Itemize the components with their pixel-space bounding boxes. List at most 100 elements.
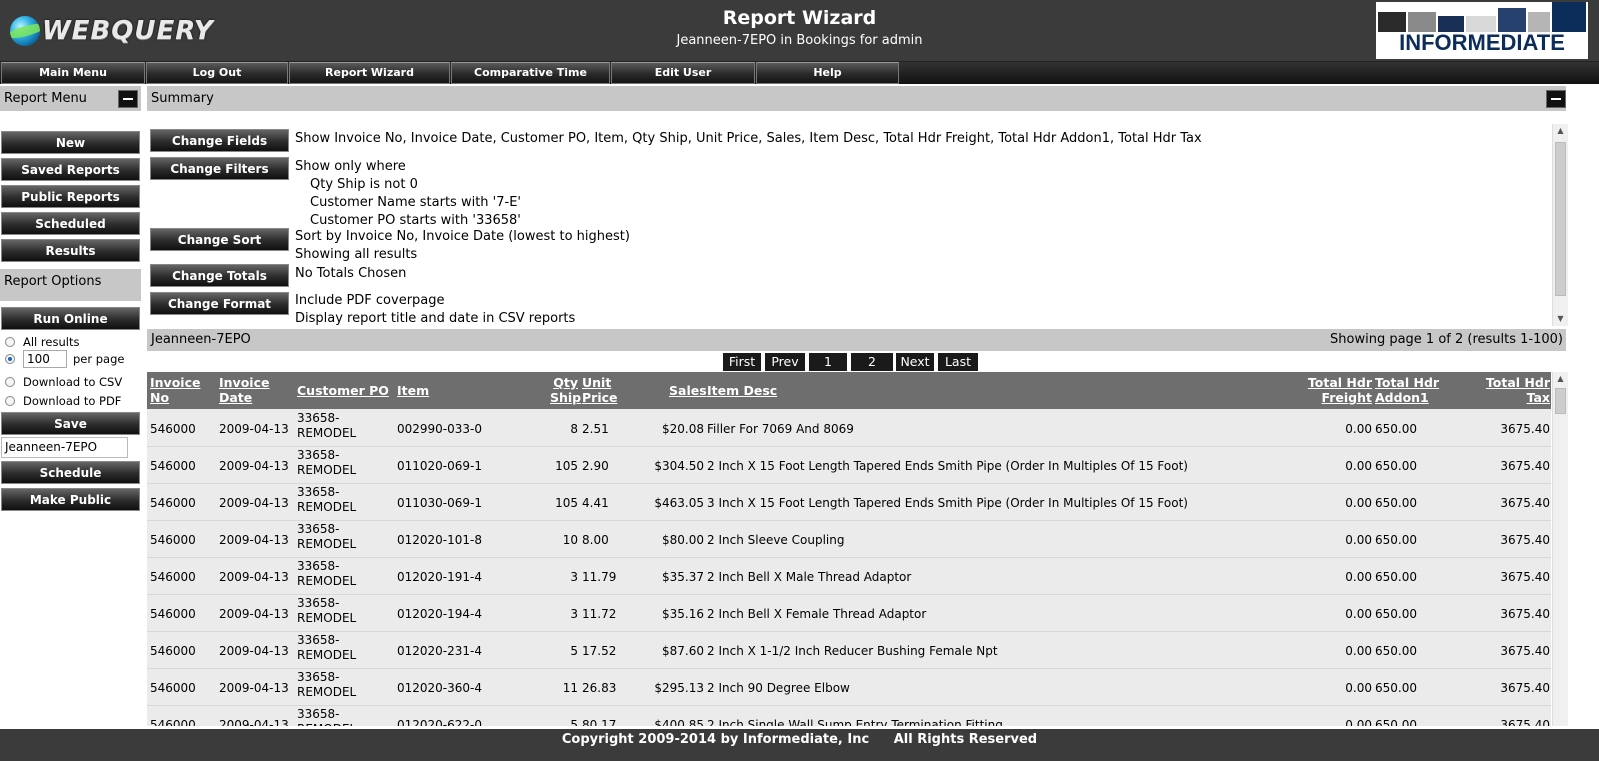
left-panel: Report Menu New Saved Reports Public Rep… <box>0 86 145 746</box>
cell-total-hdr-addon1: 650.00 <box>1375 422 1417 436</box>
cell-total-hdr-tax: 3675.40 <box>1500 570 1550 584</box>
option-download-csv[interactable]: Download to CSV <box>5 375 122 389</box>
filter-line: Qty Ship is not 0 <box>310 177 418 192</box>
col-item-desc[interactable]: Item Desc <box>707 383 777 398</box>
cell-customer-po: 33658-REMODEL <box>297 411 357 440</box>
scroll-thumb[interactable] <box>1555 142 1566 296</box>
nav-log-out[interactable]: Log Out <box>146 62 288 84</box>
col-invoice-date[interactable]: Invoice Date <box>219 375 269 405</box>
new-report-button[interactable]: New <box>1 131 140 154</box>
scroll-thumb[interactable] <box>1555 388 1566 414</box>
cell-item-desc: 2 Inch 90 Degree Elbow <box>707 681 850 695</box>
nav-main-menu[interactable]: Main Menu <box>1 62 145 84</box>
cell-invoice-no: 546000 <box>150 422 196 436</box>
col-total-hdr-addon1[interactable]: Total Hdr Addon1 <box>1375 375 1439 405</box>
change-filters-button[interactable]: Change Filters <box>150 157 289 180</box>
cell-invoice-no: 546000 <box>150 496 196 510</box>
cell-invoice-date: 2009-04-13 <box>219 644 289 658</box>
cell-unit-price: 4.41 <box>582 496 609 510</box>
pager-prev[interactable]: Prev <box>765 353 805 371</box>
cell-sales: $463.05 <box>654 496 704 510</box>
change-sort-button[interactable]: Change Sort <box>150 228 289 251</box>
cell-total-hdr-freight: 0.00 <box>1345 570 1372 584</box>
run-online-button[interactable]: Run Online <box>1 307 140 330</box>
sort-line: Showing all results <box>295 247 418 262</box>
filter-line: Show only where <box>295 159 406 174</box>
col-invoice-no[interactable]: Invoice No <box>150 375 200 405</box>
change-format-button[interactable]: Change Format <box>150 292 289 315</box>
make-public-button[interactable]: Make Public <box>1 488 140 511</box>
save-button[interactable]: Save <box>1 412 140 435</box>
download-pdf-radio[interactable] <box>5 396 15 406</box>
copyright-text: Copyright 2009-2014 by Informediate, Inc <box>561 732 870 747</box>
table-row: 546000 2009-04-13 33658- REMODEL 011020-069-… <box>147 446 1551 484</box>
informediate-logo: INFORMEDIATE <box>1376 2 1588 59</box>
table-scrollbar[interactable]: ▲ <box>1552 372 1568 726</box>
scroll-up-icon[interactable]: ▲ <box>1553 372 1568 386</box>
all-results-label: All results <box>23 335 80 349</box>
fields-text: Show Invoice No, Invoice Date, Customer … <box>295 131 1202 146</box>
cell-total-hdr-addon1: 650.00 <box>1375 681 1417 695</box>
table-header: Invoice No Invoice Date Customer PO Item Q… <box>147 372 1551 409</box>
nav-help[interactable]: Help <box>756 62 899 84</box>
nav-report-wizard[interactable]: Report Wizard <box>289 62 450 84</box>
nav-edit-user[interactable]: Edit User <box>611 62 755 84</box>
saved-reports-button[interactable]: Saved Reports <box>1 158 140 181</box>
col-unit-price[interactable]: Unit Price <box>582 375 618 405</box>
col-qty-ship[interactable]: Qty Ship <box>550 375 581 405</box>
scroll-up-icon[interactable]: ▲ <box>1553 124 1568 138</box>
cell-invoice-no: 546000 <box>150 533 196 547</box>
cell-invoice-date: 2009-04-13 <box>219 422 289 436</box>
page-info: Showing page 1 of 2 (results 1-100) <box>1330 332 1563 347</box>
schedule-button[interactable]: Schedule <box>1 461 140 484</box>
option-download-pdf[interactable]: Download to PDF <box>5 394 121 408</box>
col-customer-po[interactable]: Customer PO <box>297 383 389 398</box>
cell-total-hdr-freight: 0.00 <box>1345 718 1372 726</box>
summary-scrollbar[interactable]: ▲ ▼ <box>1552 124 1568 326</box>
cell-item: 012020-622-0 <box>397 718 483 726</box>
scheduled-button[interactable]: Scheduled <box>1 212 140 235</box>
cell-invoice-date: 2009-04-13 <box>219 607 289 621</box>
pager-first[interactable]: First <box>723 353 761 371</box>
cell-unit-price: 26.83 <box>582 681 617 695</box>
public-reports-button[interactable]: Public Reports <box>1 185 140 208</box>
format-line: Include PDF coverpage <box>295 293 445 308</box>
cell-total-hdr-tax: 3675.40 <box>1500 422 1550 436</box>
col-sales[interactable]: Sales <box>669 383 707 398</box>
col-total-hdr-tax[interactable]: Total Hdr Tax <box>1467 375 1550 405</box>
cell-item-desc: 3 Inch X 15 Foot Length Tapered Ends Smi… <box>707 496 1188 510</box>
cell-unit-price: 11.72 <box>582 607 617 621</box>
cell-total-hdr-addon1: 650.00 <box>1375 496 1417 510</box>
page-subtitle: Jeanneen-7EPO in Bookings for admin <box>676 33 923 48</box>
pager-page-2[interactable]: 2 <box>851 353 893 371</box>
pager-next[interactable]: Next <box>896 353 934 371</box>
scroll-down-icon[interactable]: ▼ <box>1553 312 1568 326</box>
all-results-radio[interactable] <box>5 337 15 347</box>
cell-total-hdr-tax: 3675.40 <box>1500 533 1550 547</box>
table-row: 546000 2009-04-13 33658- REMODEL 012020-360-… <box>147 668 1551 706</box>
pager-page-1[interactable]: 1 <box>809 353 847 371</box>
cell-invoice-date: 2009-04-13 <box>219 459 289 473</box>
brand-text: INFORMEDIATE <box>1399 30 1565 55</box>
col-total-hdr-freight[interactable]: Total Hdr Freight <box>1307 375 1372 405</box>
cell-unit-price: 2.90 <box>582 459 609 473</box>
nav-comparative-time-reports[interactable]: Comparative Time Reports <box>451 62 610 99</box>
cell-qty-ship: 11 <box>562 681 578 695</box>
cell-item: 011020-069-1 <box>397 459 483 473</box>
cell-total-hdr-tax: 3675.40 <box>1500 681 1550 695</box>
table-row: 546000 2009-04-13 33658-REMODEL 012020-622-… <box>147 705 1551 726</box>
cell-total-hdr-freight: 0.00 <box>1345 533 1372 547</box>
cell-qty-ship: 105 <box>555 496 578 510</box>
pager-last[interactable]: Last <box>938 353 978 371</box>
col-item[interactable]: Item <box>397 383 429 398</box>
results-button[interactable]: Results <box>1 239 140 262</box>
cell-total-hdr-freight: 0.00 <box>1345 422 1372 436</box>
download-csv-radio[interactable] <box>5 377 15 387</box>
collapse-summary-icon[interactable] <box>1546 90 1566 108</box>
table-row: 546000 2009-04-13 33658- REMODEL 012020-194-… <box>147 594 1551 632</box>
change-totals-button[interactable]: Change Totals <box>150 264 289 287</box>
report-name-input[interactable]: Jeanneen-7EPO <box>1 437 128 458</box>
change-fields-button[interactable]: Change Fields <box>150 129 289 152</box>
collapse-report-menu-icon[interactable] <box>118 90 138 108</box>
option-all-results[interactable]: All results <box>5 335 79 349</box>
